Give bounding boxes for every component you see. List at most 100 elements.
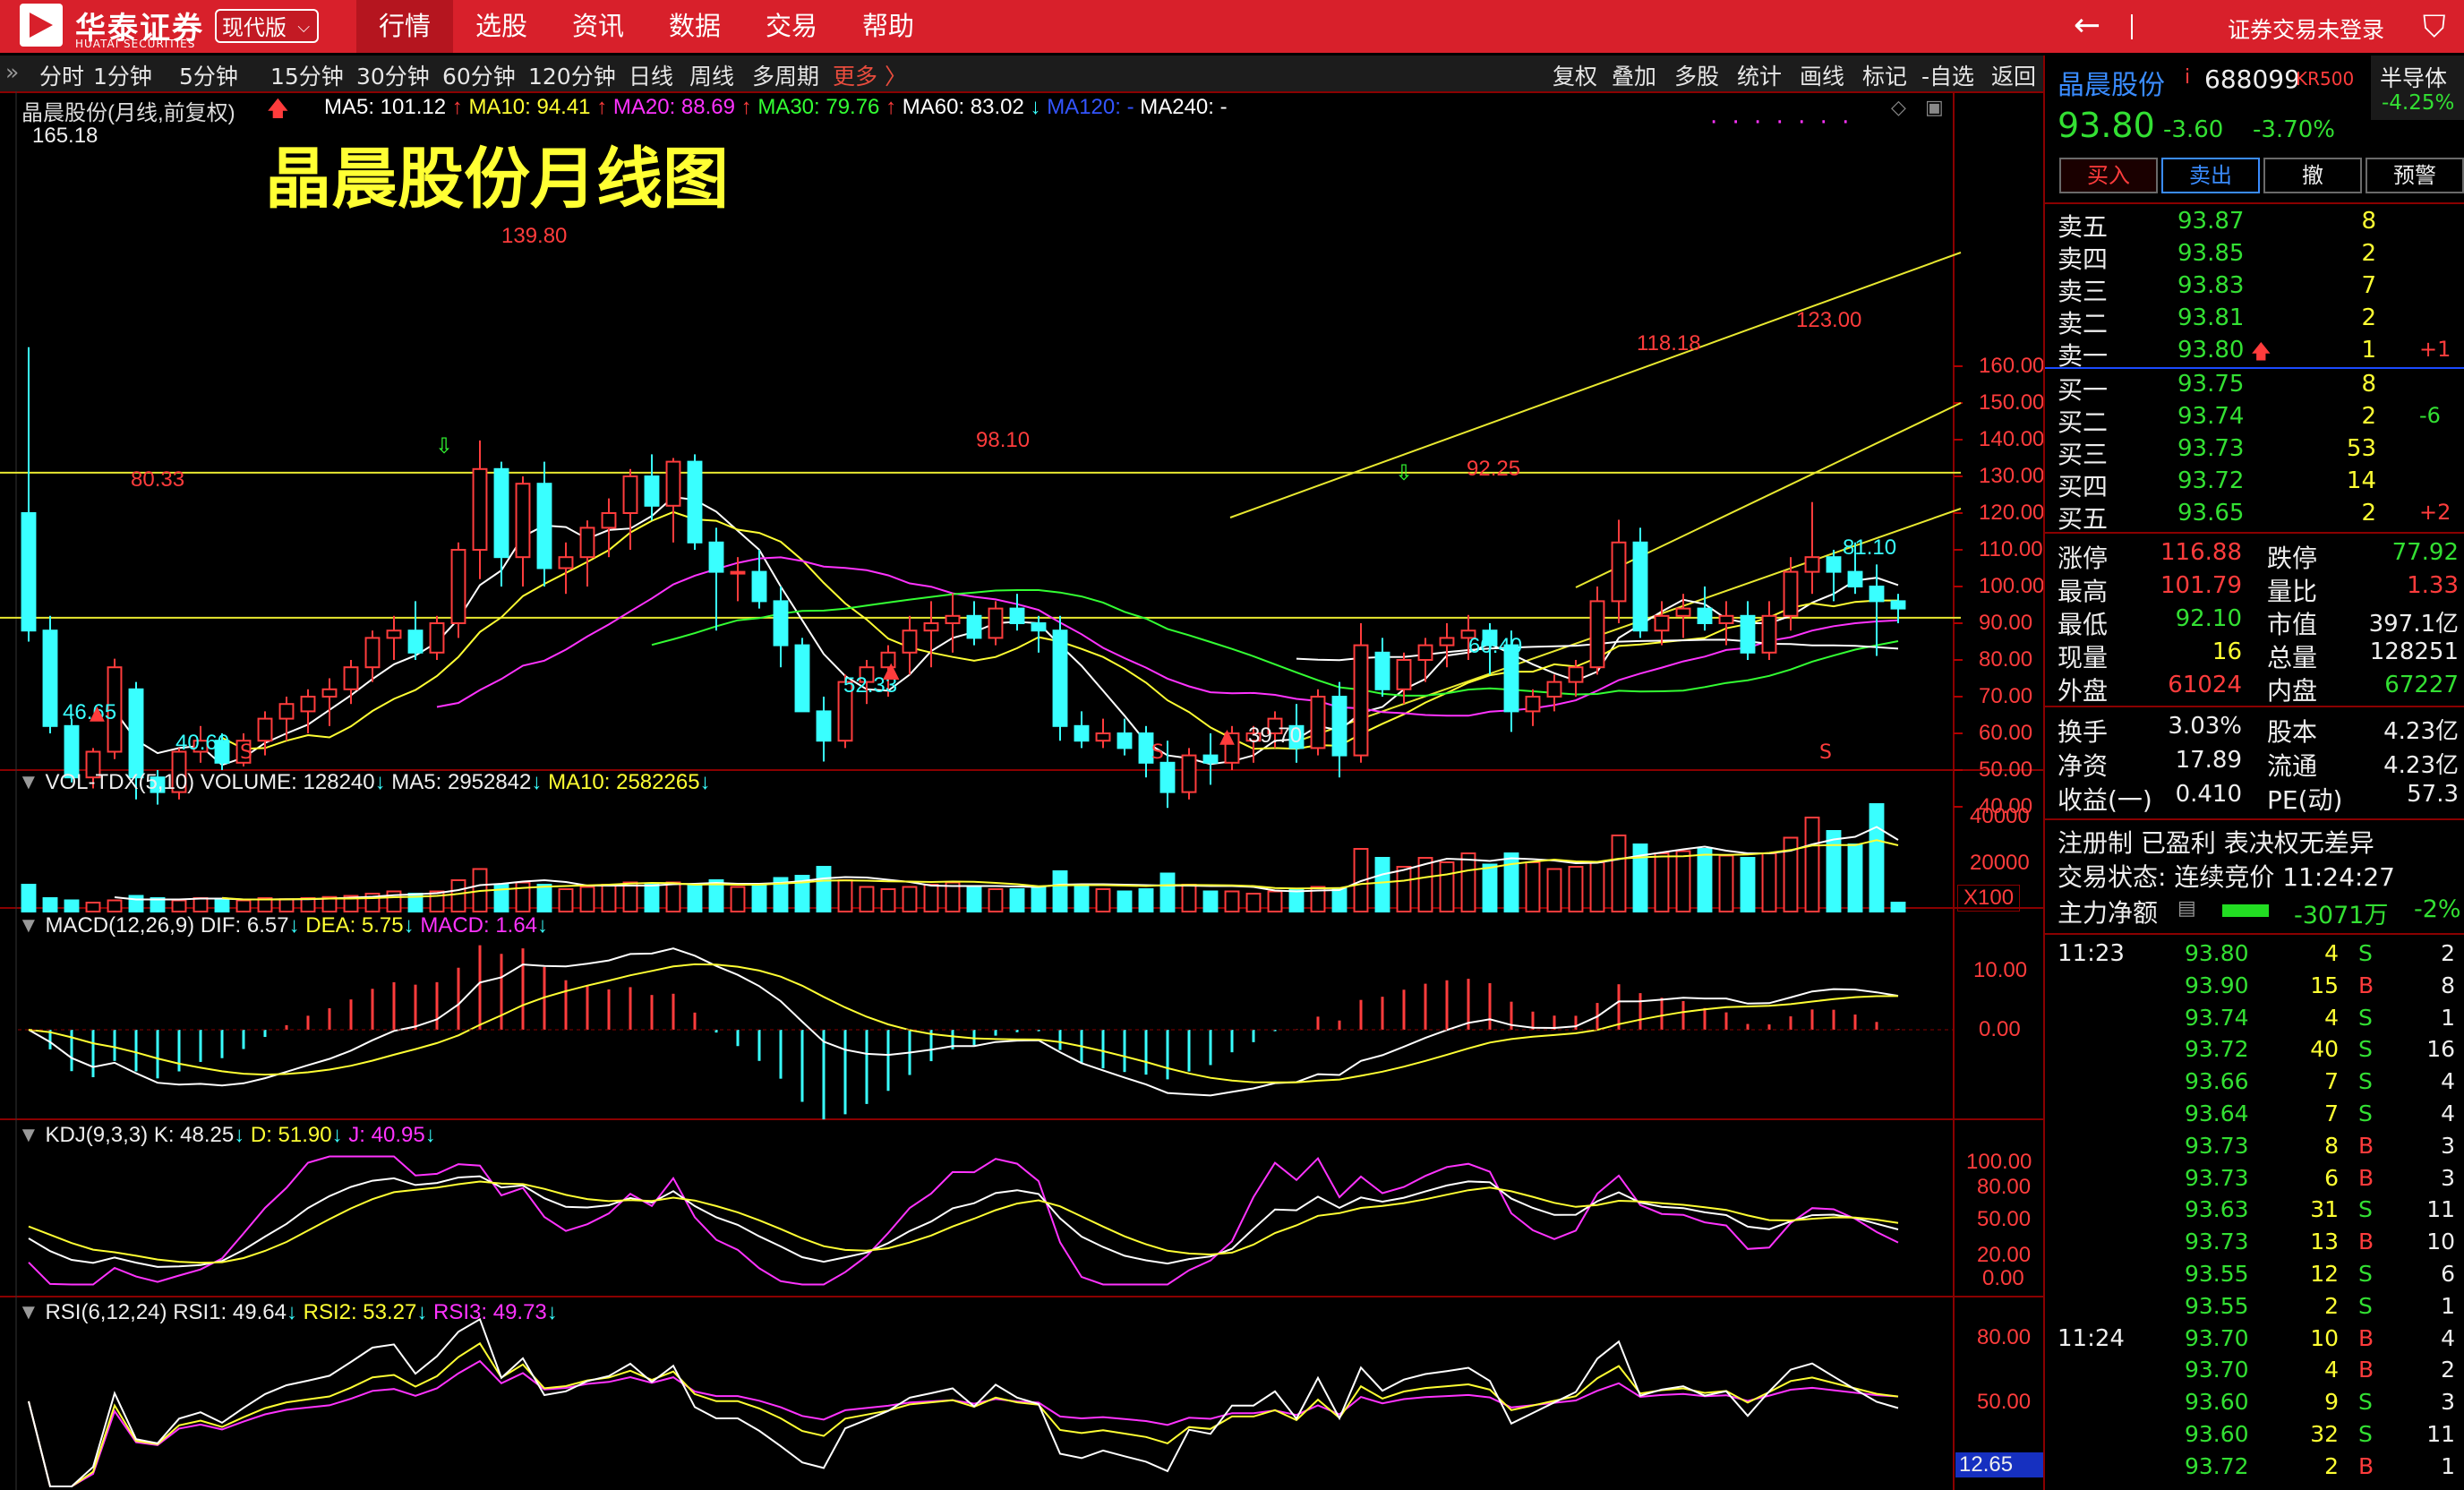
volume-bar[interactable] <box>837 879 853 912</box>
volume-bar[interactable] <box>1138 888 1154 912</box>
tool-watchlist[interactable]: -自选 <box>1921 59 1974 91</box>
candle[interactable] <box>1374 638 1390 697</box>
huatai-logo[interactable]: 华泰证券 HUATAI SECURITIES <box>20 4 217 50</box>
volume-bar[interactable] <box>1267 890 1283 912</box>
period-intraday[interactable]: 分时 <box>39 59 84 91</box>
volume-bar[interactable] <box>1202 890 1219 912</box>
candle[interactable] <box>1697 587 1713 631</box>
volume-bar[interactable] <box>622 881 638 912</box>
period-60min[interactable]: 60分钟 <box>442 59 516 91</box>
candle[interactable] <box>1331 681 1348 778</box>
login-status[interactable]: 证券交易未登录 <box>2228 13 2384 45</box>
collapse-icon[interactable]: ▼ <box>18 913 39 938</box>
candle[interactable] <box>1611 519 1627 623</box>
volume-bar[interactable] <box>966 886 982 912</box>
tool-overlay[interactable]: 叠加 <box>1612 59 1656 91</box>
volume-bar[interactable] <box>1675 850 1691 912</box>
volume-bar[interactable] <box>536 884 552 912</box>
volume-bar[interactable] <box>730 886 746 912</box>
tool-mark[interactable]: 标记 <box>1862 59 1907 91</box>
candle[interactable] <box>1632 527 1648 638</box>
trend-line-upper[interactable] <box>1229 252 1962 518</box>
period-30min[interactable]: 30分钟 <box>356 59 430 91</box>
volume-bar[interactable] <box>192 897 209 912</box>
volume-bar[interactable] <box>1331 888 1348 912</box>
volume-bar[interactable] <box>1654 852 1670 912</box>
volume-bar[interactable] <box>751 884 767 912</box>
volume-bars[interactable] <box>21 803 1906 912</box>
volume-bar[interactable] <box>1611 835 1627 912</box>
period-daily[interactable]: 日线 <box>629 59 673 91</box>
candle[interactable] <box>945 593 961 653</box>
nav-help[interactable]: 帮助 <box>840 0 937 53</box>
volume-bar[interactable] <box>1031 886 1047 912</box>
candle[interactable] <box>1589 587 1605 675</box>
candle[interactable] <box>1417 638 1433 682</box>
volume-bar[interactable] <box>21 884 37 912</box>
alert-button[interactable]: 预警 <box>2366 158 2464 193</box>
nav-news[interactable]: 资讯 <box>550 0 646 53</box>
volume-bar[interactable] <box>1181 884 1197 912</box>
volume-bar[interactable] <box>880 888 896 912</box>
candle[interactable] <box>558 542 574 595</box>
candle[interactable] <box>687 454 703 550</box>
volume-bar[interactable] <box>1589 861 1605 912</box>
cancel-order-button[interactable]: 撤 <box>2263 158 2362 193</box>
candle[interactable] <box>644 454 660 521</box>
nav-data[interactable]: 数据 <box>646 0 743 53</box>
tool-multi-stock[interactable]: 多股 <box>1674 59 1719 91</box>
volume-bar[interactable] <box>107 899 123 912</box>
candle[interactable] <box>708 527 724 631</box>
collapse-icon[interactable]: ▼ <box>18 1123 39 1147</box>
nav-quotes[interactable]: 行情 <box>356 0 453 53</box>
volume-bar[interactable] <box>1503 852 1519 912</box>
candle[interactable] <box>579 520 595 587</box>
candle[interactable] <box>42 615 58 733</box>
candle[interactable] <box>966 601 982 646</box>
window-icon[interactable]: ▣ <box>1925 97 1944 119</box>
volume-bar[interactable] <box>1074 884 1090 912</box>
period-weekly[interactable]: 周线 <box>689 59 734 91</box>
candle[interactable] <box>1074 711 1090 749</box>
candle[interactable] <box>364 630 381 682</box>
candle[interactable] <box>450 542 466 638</box>
diamond-icon[interactable]: ◇ <box>1891 97 1906 119</box>
stock-name[interactable]: 晶晨股份 <box>2058 63 2165 102</box>
volume-bar[interactable] <box>665 881 681 912</box>
candle[interactable] <box>472 440 488 579</box>
candle[interactable] <box>321 678 338 726</box>
volume-bar[interactable] <box>1482 863 1498 912</box>
expand-left-icon[interactable]: » <box>5 59 19 85</box>
candle[interactable] <box>1310 689 1326 756</box>
volume-bar[interactable] <box>1245 893 1262 912</box>
volume-bar[interactable] <box>450 879 466 912</box>
candle[interactable] <box>1804 501 1820 595</box>
candle[interactable] <box>1202 733 1219 785</box>
volume-bar[interactable] <box>1546 868 1562 912</box>
period-more[interactable]: 更多 〉 <box>833 59 907 91</box>
candle[interactable] <box>1031 615 1047 653</box>
candle[interactable] <box>665 458 681 543</box>
candlesticks[interactable] <box>21 347 1906 809</box>
collapse-icon[interactable]: ▼ <box>18 770 39 794</box>
volume-bar[interactable] <box>1568 866 1584 912</box>
volume-bar[interactable] <box>85 902 101 912</box>
tool-adjust[interactable]: 复权 <box>1553 59 1597 91</box>
candle[interactable] <box>1181 748 1197 800</box>
candle[interactable] <box>1826 550 1842 602</box>
candle[interactable] <box>622 468 638 550</box>
candle[interactable] <box>816 697 832 762</box>
back-arrow-icon[interactable]: ← <box>2074 7 2100 44</box>
volume-bar[interactable] <box>235 899 252 912</box>
volume-bar[interactable] <box>1439 861 1455 912</box>
sell-button[interactable]: 卖出 <box>2161 158 2260 193</box>
candle[interactable] <box>1783 557 1799 631</box>
list-icon[interactable]: ▤ <box>2177 897 2196 920</box>
volume-bar[interactable] <box>1826 830 1842 912</box>
volume-bar[interactable] <box>1804 817 1820 912</box>
candle[interactable] <box>1052 615 1068 741</box>
candle[interactable] <box>1654 601 1670 646</box>
volume-bar[interactable] <box>816 866 832 912</box>
collapse-icon[interactable]: ▼ <box>18 1300 39 1324</box>
volume-bar[interactable] <box>1847 843 1863 912</box>
